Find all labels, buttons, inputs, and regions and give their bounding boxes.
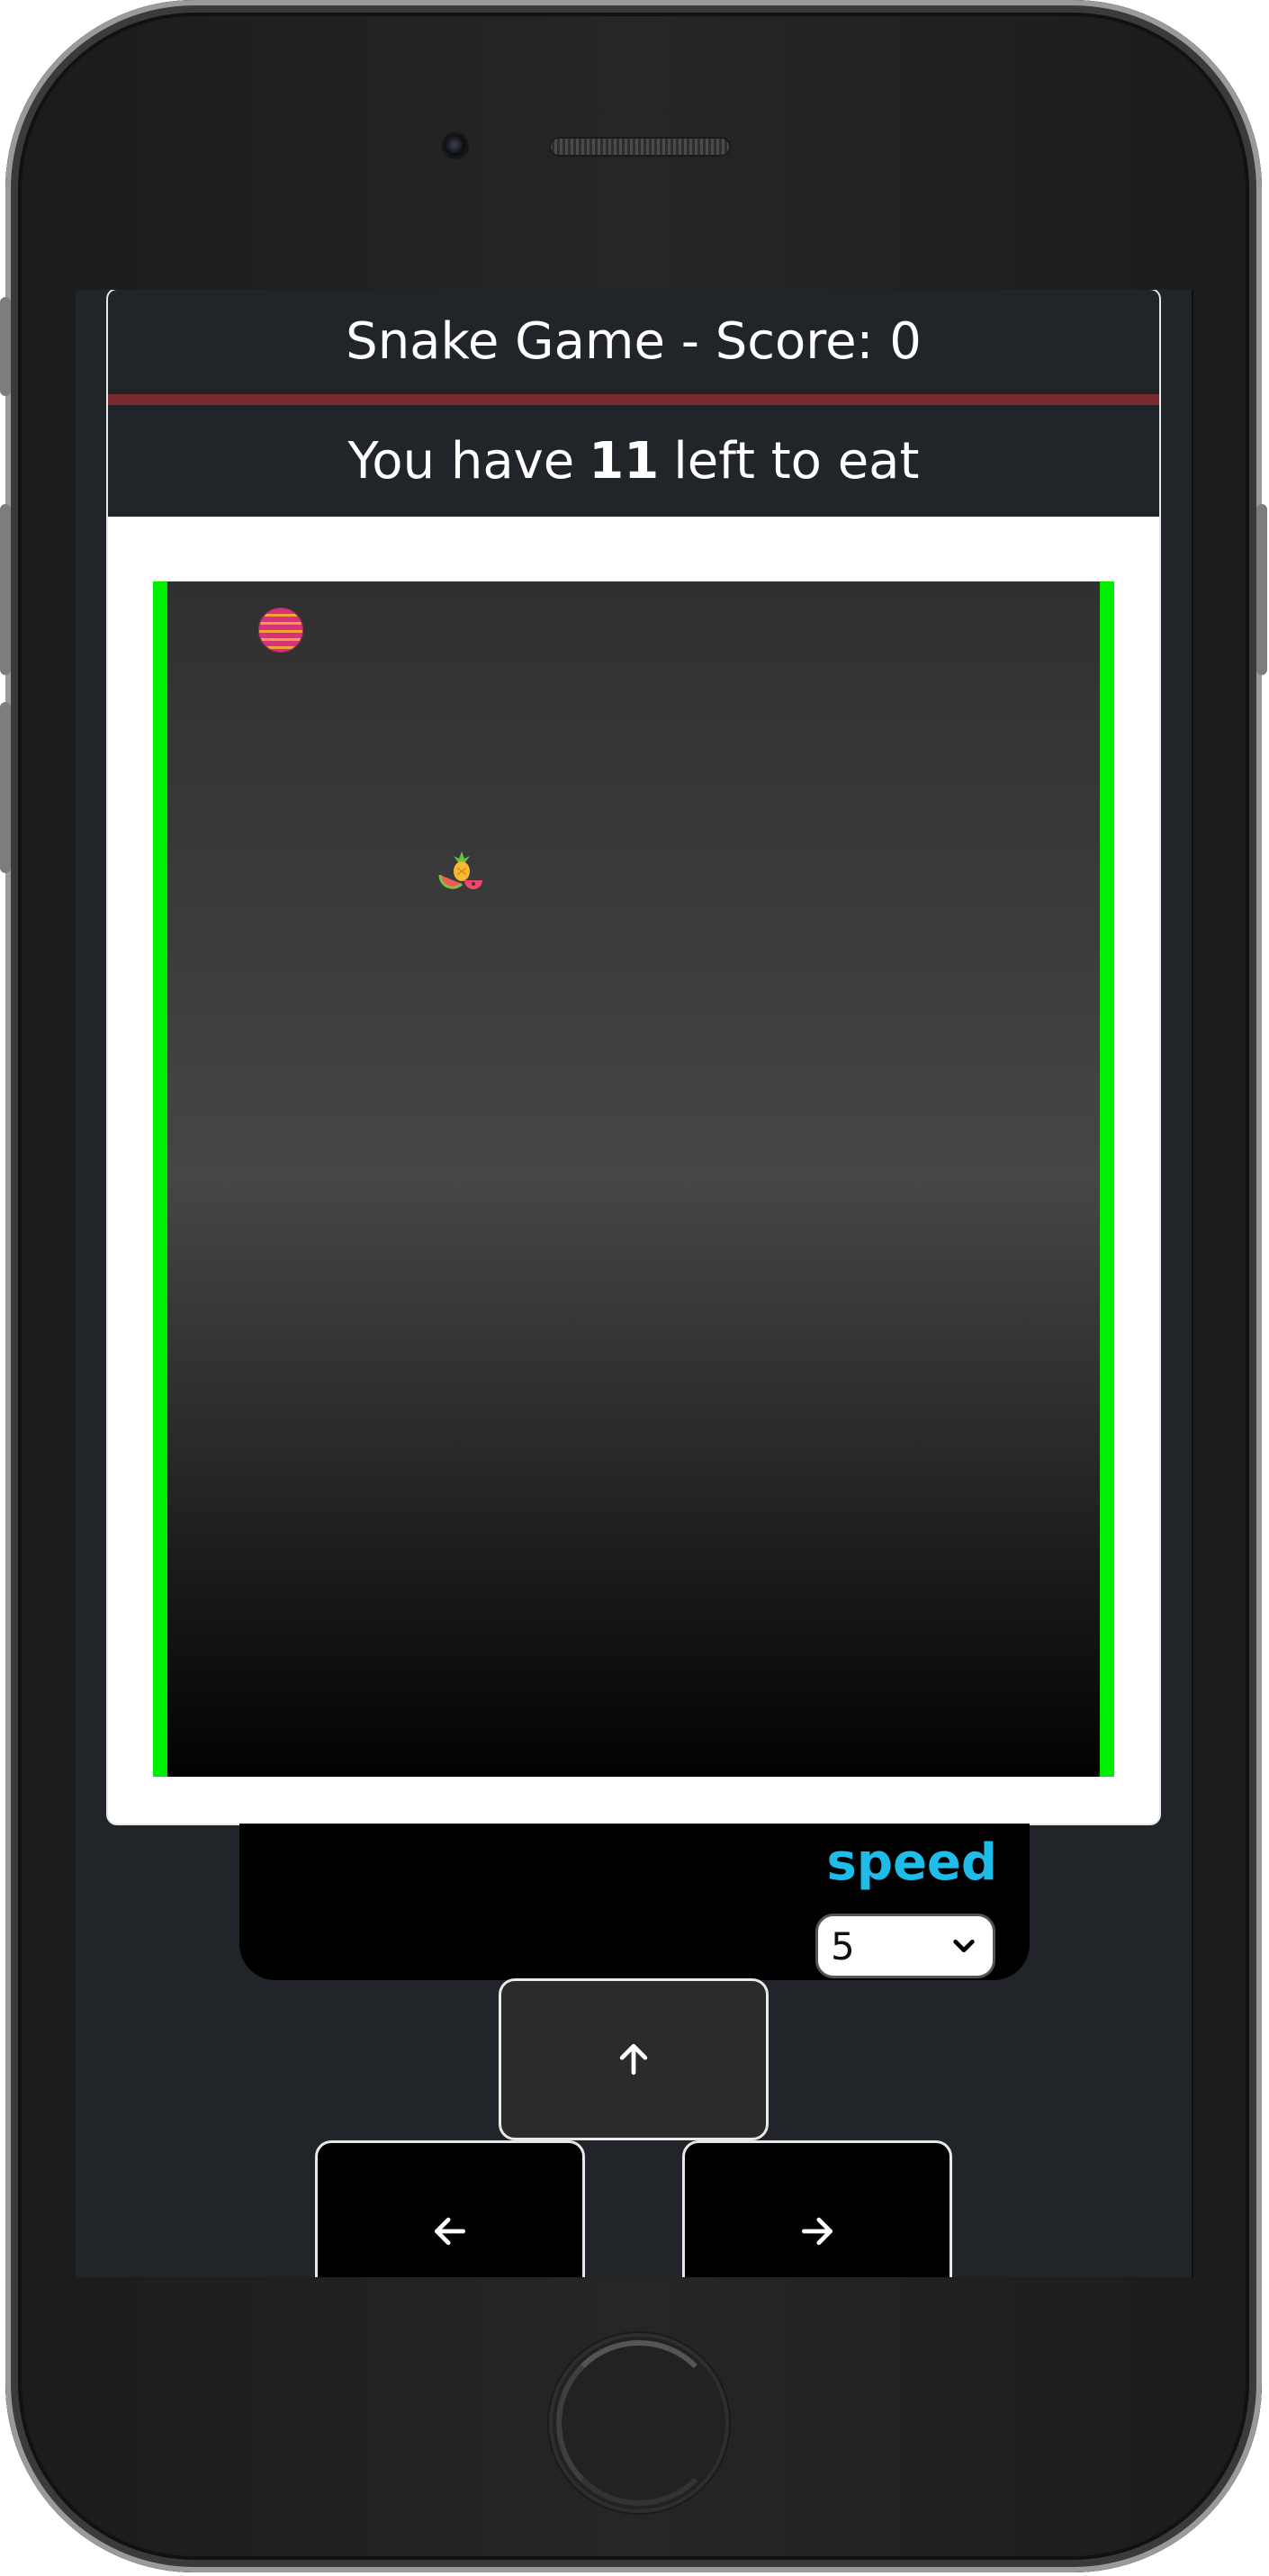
phone-screen: Snake Game - Score: 0 You have 11 left t… <box>76 290 1193 2277</box>
home-button[interactable] <box>549 2333 729 2513</box>
volume-down-button <box>0 702 11 873</box>
fruit-bowl-icon <box>438 851 482 889</box>
speed-label: speed <box>826 1833 997 1892</box>
screen-edge <box>1192 290 1193 2277</box>
remaining-prefix: You have <box>347 431 575 491</box>
game-header: Snake Game - Score: 0 <box>108 290 1159 405</box>
remaining-count: 11 <box>589 431 660 491</box>
arrow-up-icon <box>619 2043 648 2076</box>
phone-frame: Snake Game - Score: 0 You have 11 left t… <box>0 0 1267 2572</box>
game-card: Snake Game - Score: 0 You have 11 left t… <box>108 290 1159 1824</box>
speed-select-value: 5 <box>831 1923 855 1968</box>
remaining-suffix: left to eat <box>673 431 920 491</box>
game-title: Snake Game - Score: 0 <box>346 312 922 371</box>
front-camera <box>445 135 466 157</box>
right-button[interactable] <box>682 2140 952 2277</box>
home-button-ring <box>556 2340 722 2506</box>
power-button <box>1256 504 1267 675</box>
striped-ball-icon <box>259 608 302 652</box>
arrow-right-icon <box>801 2217 833 2246</box>
game-board[interactable] <box>153 581 1114 1777</box>
speed-select[interactable]: 5 <box>815 1914 995 1978</box>
earpiece-speaker <box>549 137 731 157</box>
silent-switch <box>0 297 11 396</box>
volume-up-button <box>0 504 11 675</box>
chevron-down-icon <box>953 1940 975 1952</box>
arrow-left-icon <box>434 2217 466 2246</box>
left-button[interactable] <box>315 2140 585 2277</box>
speed-panel: speed 5 <box>239 1824 1030 1980</box>
up-button[interactable] <box>499 1978 769 2140</box>
remaining-food-banner: You have 11 left to eat <box>108 405 1159 517</box>
